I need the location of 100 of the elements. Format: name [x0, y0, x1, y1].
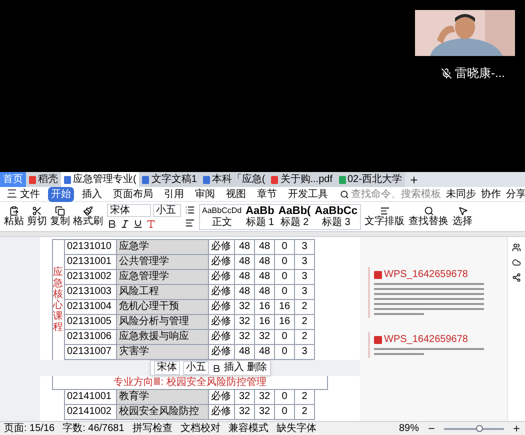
bullet-list-icon[interactable] — [185, 205, 195, 215]
menu-tab[interactable]: 视图 — [222, 186, 249, 202]
copy-icon — [55, 206, 65, 216]
size-select[interactable]: 小五 — [183, 361, 209, 375]
document-tab[interactable]: 稻壳 — [26, 172, 61, 187]
document-tab[interactable]: 02-西北大学 — [336, 172, 405, 187]
status-button[interactable]: 文档校对 — [180, 421, 220, 435]
table-cell: 3 — [295, 240, 315, 254]
toolbar-button[interactable]: 粘贴 — [4, 206, 24, 227]
bold-icon[interactable] — [212, 364, 221, 372]
text-lines-icon — [380, 206, 390, 216]
table-cell: 必修 — [209, 270, 235, 284]
table-cell: 16 — [275, 300, 295, 314]
style-preset[interactable]: AaBbCcDd 正文 — [200, 204, 244, 228]
word-count: 字数: 46/7681 — [62, 422, 124, 435]
table-cell: 必修 — [209, 315, 235, 329]
italic-icon[interactable] — [120, 219, 130, 229]
toolbar-button[interactable]: 文字排版 — [364, 206, 404, 227]
toolbar-button[interactable]: 查找替换 — [408, 206, 448, 227]
cloud-icon[interactable] — [512, 258, 521, 267]
table-cell: 48 — [255, 345, 275, 359]
table-cell: 0 — [275, 285, 295, 299]
align-left-icon[interactable] — [185, 218, 195, 228]
user-avatar-icon — [374, 336, 382, 344]
table-cell: 32 — [235, 315, 255, 329]
table-cell: 48 — [235, 255, 255, 269]
toolbar-button[interactable]: 剪切 — [27, 206, 47, 227]
document-tab[interactable]: 文字文稿1 — [139, 172, 200, 187]
table-cell: 48 — [255, 285, 275, 299]
table-cell: 应急管理学 — [117, 270, 209, 284]
menu-tab[interactable]: 审阅 — [192, 186, 218, 202]
table-cell: 风险工程 — [117, 285, 209, 299]
document-tab[interactable]: 关于购...pdf — [268, 172, 336, 187]
menu-tab[interactable]: 页面布局 — [110, 186, 156, 202]
table-cell: 48 — [235, 240, 255, 254]
toolbar-button[interactable]: 插入 — [224, 362, 244, 374]
table-cell: 必修 — [209, 345, 235, 359]
style-preset[interactable]: AaBb 标题 1 — [244, 204, 276, 228]
toolbar-button[interactable]: 格式刷 — [73, 206, 103, 227]
scissors-icon — [32, 206, 42, 216]
menu-tab[interactable]: 插入 — [78, 186, 105, 202]
table-cell: 48 — [235, 345, 255, 359]
share-icon[interactable] — [512, 273, 521, 282]
table-cell: 2 — [295, 315, 315, 329]
menu-button[interactable]: 协作 — [480, 186, 501, 202]
toolbar-button[interactable]: 选择 — [452, 206, 472, 227]
search-field[interactable]: 查找命令、搜索模板 — [340, 186, 441, 202]
zoom-level: 89% — [398, 422, 419, 435]
table-cell: 公共管理学 — [117, 255, 209, 269]
style-preset[interactable]: AaBbCc 标题 3 — [312, 204, 360, 228]
table-cell: 32 — [235, 300, 255, 314]
table-cell: 校园安全风险防控 — [117, 405, 209, 419]
toolbar-button[interactable]: 删除 — [247, 362, 267, 374]
status-button[interactable]: 缺失字体 — [276, 421, 316, 435]
table-cell: 应急救援与响应 — [117, 330, 209, 344]
status-button[interactable]: 兼容模式 — [228, 421, 268, 435]
menu-button[interactable]: 未同步 — [446, 186, 476, 202]
table-cell: 32 — [255, 405, 275, 419]
menu-button[interactable]: 分享 — [506, 186, 525, 202]
status-button[interactable]: 拼写检查 — [132, 421, 172, 435]
underline-icon[interactable] — [133, 219, 143, 229]
new-tab-icon[interactable] — [408, 174, 419, 184]
table-cell: 3 — [295, 270, 315, 284]
table-cell: 必修 — [209, 300, 235, 314]
table-cell: 2 — [295, 405, 315, 419]
table-cell: 3 — [295, 345, 315, 359]
table-cell: 2 — [295, 390, 315, 404]
document-tab[interactable]: 应急管理专业( — [61, 172, 140, 187]
style-preset[interactable]: AaBb( 标题 2 — [276, 204, 313, 228]
font-select[interactable]: 宋体 — [107, 204, 151, 217]
table-cell: 48 — [255, 255, 275, 269]
speaker-name: 雷晓康-... — [455, 65, 505, 82]
table-cell: 32 — [235, 390, 255, 404]
table-cell: 32 — [235, 405, 255, 419]
table-cell: 必修 — [209, 285, 235, 299]
font-select[interactable]: 宋体 — [154, 361, 180, 375]
bold-icon[interactable] — [107, 219, 117, 229]
file-icon — [202, 176, 210, 184]
people-icon[interactable] — [512, 243, 521, 252]
menu-tab[interactable]: 引用 — [160, 186, 187, 202]
menu-tab[interactable]: 章节 — [254, 186, 280, 202]
table-cell: 必修 — [209, 240, 235, 254]
zoom-in-icon[interactable] — [512, 424, 521, 433]
slider-thumb[interactable] — [476, 424, 483, 432]
size-select[interactable]: 小五 — [153, 204, 181, 217]
menu-tab[interactable]: 三 文件 — [4, 186, 43, 202]
font-color-icon[interactable] — [146, 219, 156, 229]
search-icon — [340, 190, 349, 198]
table-cell: 教育学 — [117, 390, 209, 404]
comment-author: WPS_1642659678 — [384, 333, 468, 347]
table-cell: 3 — [295, 255, 315, 269]
table-cell: 48 — [255, 240, 275, 254]
table-cell: 48 — [235, 270, 255, 284]
table-cell: 2 — [295, 330, 315, 344]
toolbar-button[interactable]: 复制 — [50, 206, 70, 227]
document-tab[interactable]: 本科「应急( — [200, 172, 268, 187]
menu-tab[interactable]: 开始 — [48, 186, 74, 202]
table-cell: 32 — [255, 390, 275, 404]
menu-tab[interactable]: 开发工具 — [284, 186, 331, 202]
file-icon — [338, 176, 346, 184]
